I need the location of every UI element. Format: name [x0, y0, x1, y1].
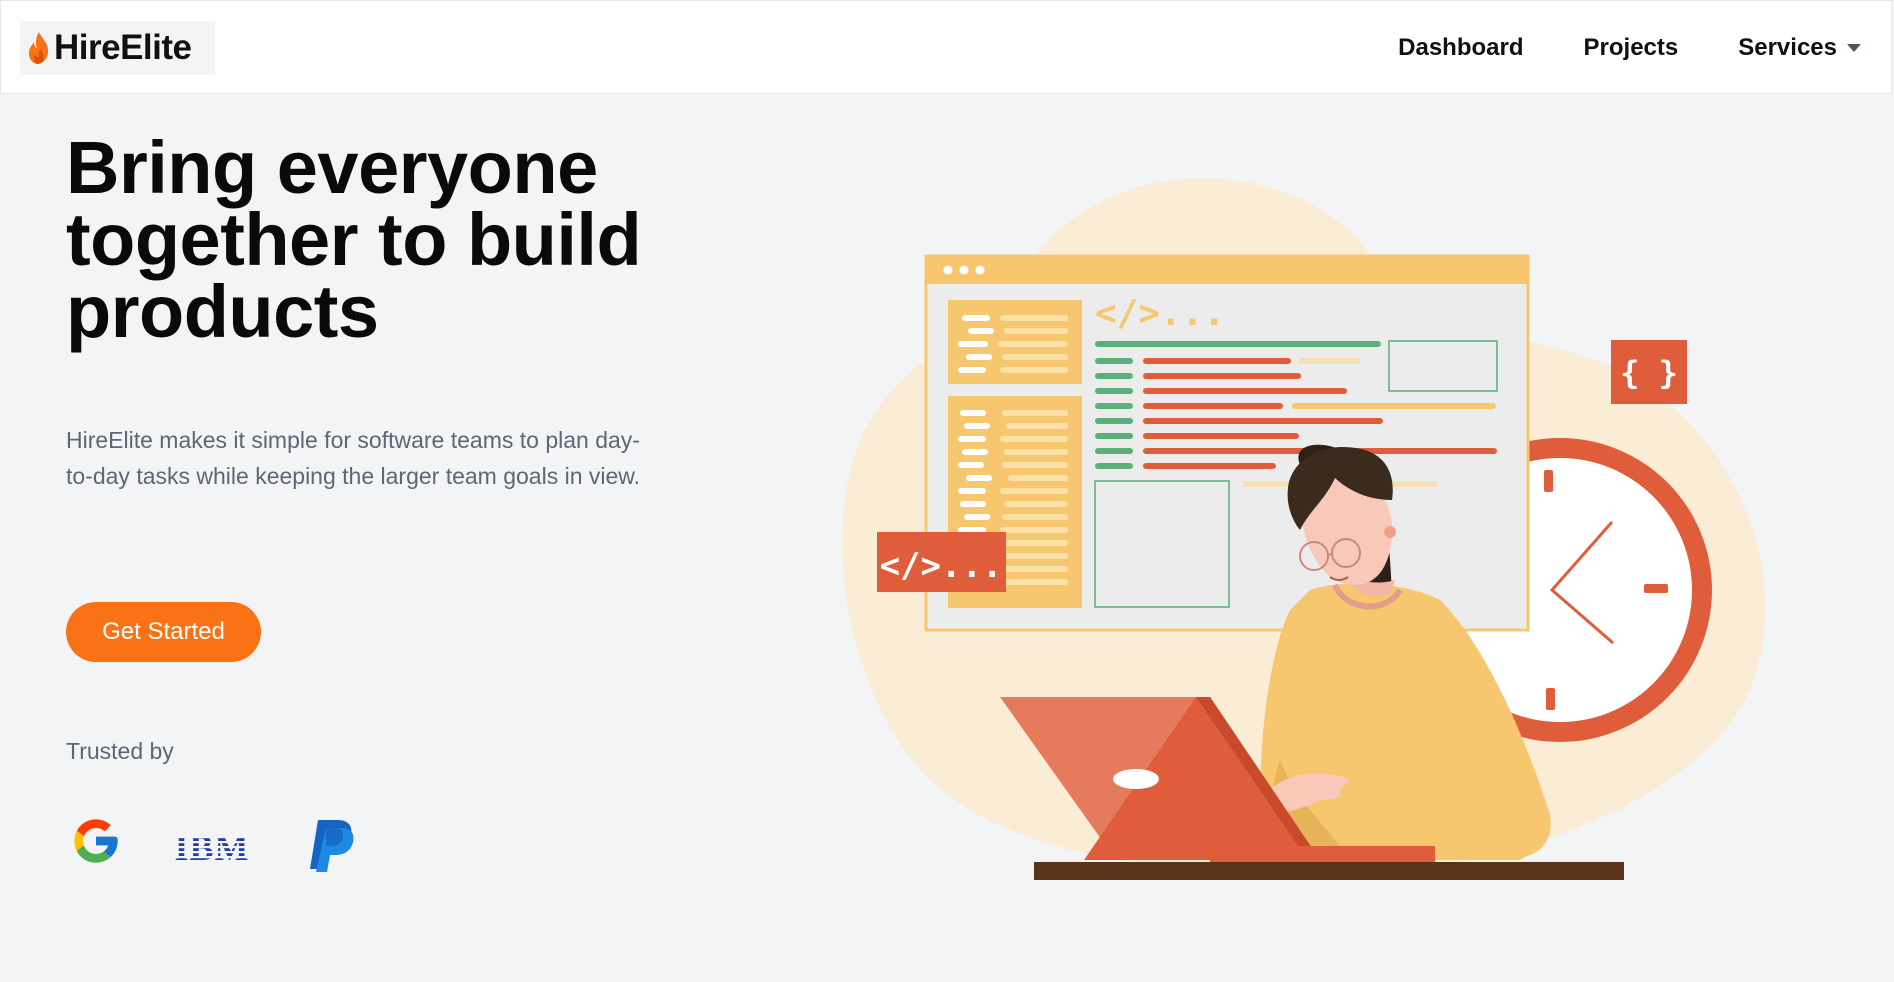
- code-tag-badge: </>...: [880, 546, 1003, 586]
- brand-logo[interactable]: HireElite: [20, 21, 215, 75]
- chevron-down-icon: [1847, 44, 1861, 52]
- nav-services-label: Services: [1738, 34, 1837, 61]
- nav-services[interactable]: Services: [1738, 34, 1861, 62]
- hero-illustration: { } </>... </>...: [842, 178, 1766, 880]
- get-started-button[interactable]: Get Started: [66, 602, 261, 662]
- braces-text: { }: [1620, 354, 1678, 392]
- flame-icon: [29, 32, 49, 64]
- top-navbar: HireElite Dashboard Projects Services: [0, 0, 1892, 94]
- code-tag-window: </>...: [1095, 293, 1225, 334]
- desk-illustration: [1034, 862, 1624, 880]
- brand-name: HireElite: [54, 28, 192, 67]
- code-window-illustration: </>...: [924, 254, 1530, 632]
- ibm-logo: IBM: [172, 830, 252, 866]
- braces-badge: { }: [1611, 340, 1687, 404]
- main-nav: Dashboard Projects Services: [1338, 1, 1861, 95]
- nav-dashboard[interactable]: Dashboard: [1398, 34, 1523, 62]
- hero-title: Bring everyone together to build product…: [66, 126, 642, 353]
- code-badge: </>...: [877, 532, 1006, 592]
- trusted-by-label: Trusted by: [66, 738, 174, 764]
- nav-projects[interactable]: Projects: [1584, 34, 1679, 62]
- paypal-logo: [310, 820, 354, 872]
- google-logo: [74, 819, 118, 863]
- hero-description: HireElite makes it simple for software t…: [66, 427, 641, 489]
